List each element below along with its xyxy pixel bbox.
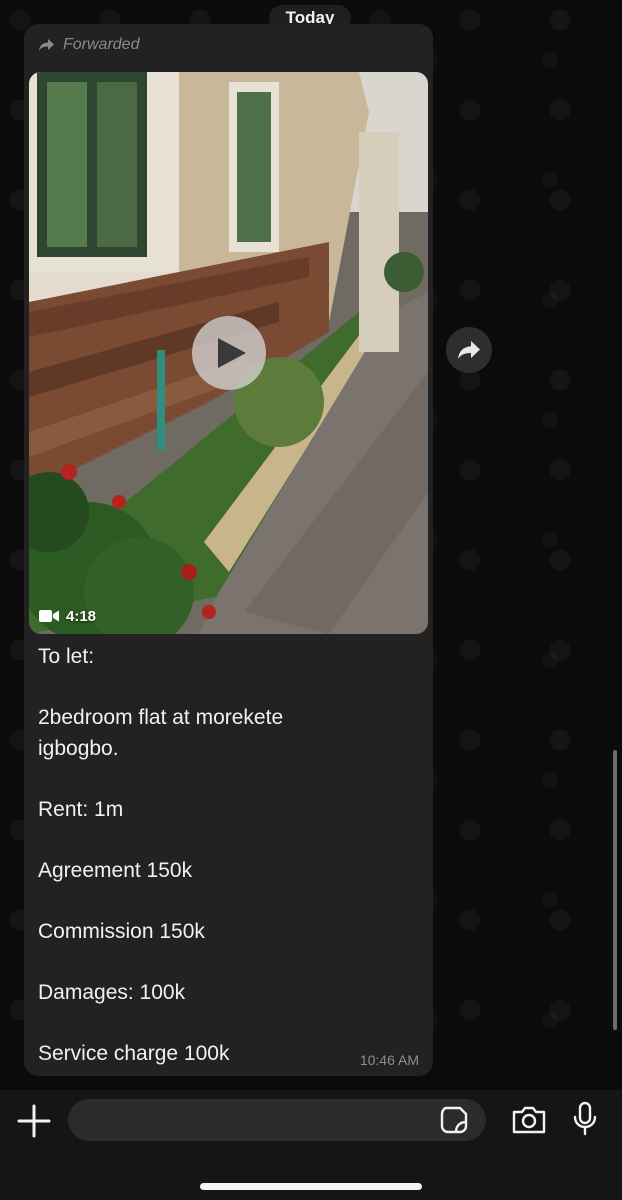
forward-button[interactable] [446,327,492,373]
sticker-icon[interactable] [440,1106,468,1134]
message-line: Damages: 100k [38,980,186,1004]
video-duration-text: 4:18 [66,607,97,625]
video-duration: 4:18 [39,606,96,626]
message-bubble[interactable]: Forwarded 4:18 To let: 2bedroom flat at … [24,24,433,1076]
message-line: Rent: 1m [38,797,124,821]
message-line: Service charge 100k [38,1041,230,1065]
forwarded-arrow-icon [39,39,54,51]
microphone-icon[interactable] [572,1101,598,1137]
message-line: To let: [38,645,95,668]
camera-icon[interactable] [511,1105,547,1135]
message-line: Agreement 150k [38,858,193,882]
plus-icon[interactable] [16,1103,52,1139]
message-text: To let: 2bedroom flat at morekete igbogb… [38,642,398,1069]
forwarded-label: Forwarded [38,34,139,56]
scrollbar[interactable] [613,750,617,1030]
play-button[interactable] [192,316,266,390]
message-input[interactable] [68,1099,486,1141]
forward-arrow-icon [458,341,480,359]
message-line: 2bedroom flat at morekete [38,706,284,729]
message-line: Commission 150k [38,919,205,943]
composer-bar [0,1090,622,1200]
message-timestamp: 10:46 AM [359,1052,419,1068]
video-thumbnail[interactable]: 4:18 [29,72,428,634]
home-indicator [200,1183,422,1190]
forwarded-text: Forwarded [63,36,140,53]
video-camera-icon [39,610,59,622]
play-icon [217,338,246,368]
message-line: igbogbo. [38,736,119,760]
